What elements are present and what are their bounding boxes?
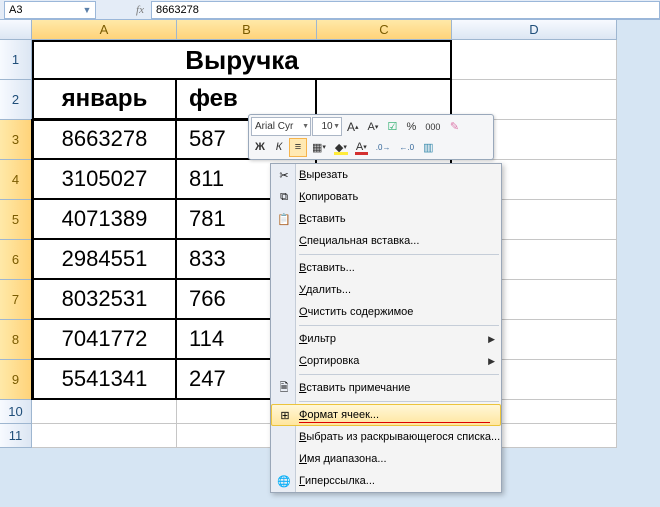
format-icon: ⊞ [276,406,294,424]
row-header-1[interactable]: 1 [0,40,32,80]
menu-item-dropdown-list[interactable]: Выбрать из раскрывающегося списка... [271,426,501,448]
shrink-font-button[interactable]: A▾ [364,117,383,136]
paste-icon: 📋 [275,210,293,228]
submenu-arrow-icon: ▶ [488,356,495,367]
menu-item-hyperlink[interactable]: 🌐Гиперссылка... [271,470,501,492]
menu-item-paste-special[interactable]: Специальная вставка... [271,230,501,252]
cell[interactable]: 4071389 [32,200,177,240]
column-header-a[interactable]: A [32,20,177,40]
select-all-corner[interactable] [0,20,32,40]
menu-item-named-range[interactable]: Имя диапазона... [271,448,501,470]
row-header-5[interactable]: 5 [0,200,32,240]
font-size-select[interactable]: 10▼ [312,117,342,136]
cell[interactable] [452,40,617,80]
menu-item-delete[interactable]: Удалить... [271,279,501,301]
mini-toolbar: Arial Cyr▼ 10▼ A▴ A▾ ☑ % 000 ✎ Ж К ≡ ▦▾ … [248,114,494,160]
cell[interactable]: январь [32,80,177,120]
cell[interactable] [32,424,177,448]
row-header-6[interactable]: 6 [0,240,32,280]
scissors-icon: ✂ [275,166,293,184]
menu-item-cut[interactable]: ✂Вырезать [271,164,501,186]
formula-bar-buttons: fx [131,1,149,19]
row-header-8[interactable]: 8 [0,320,32,360]
grow-font-button[interactable]: A▴ [343,117,363,136]
increase-decimal-button[interactable]: .0→ [372,138,395,157]
borders-button[interactable]: ▦▾ [308,138,330,157]
cell[interactable]: 8032531 [32,280,177,320]
column-headers: ABCD [32,20,660,40]
cell[interactable]: Выручка [32,40,452,80]
submenu-arrow-icon: ▶ [488,334,495,345]
formula-bar: A3 ▼ fx 8663278 [0,0,660,20]
globe-icon: 🌐 [275,472,293,490]
copy-icon: ⧉ [275,188,293,206]
menu-item-paste[interactable]: 📋Вставить [271,208,501,230]
row-header-4[interactable]: 4 [0,160,32,200]
row-header-7[interactable]: 7 [0,280,32,320]
comma-button[interactable]: 000 [421,117,444,136]
chevron-down-icon[interactable]: ▼ [79,2,95,18]
name-box[interactable]: A3 ▼ [4,1,96,19]
row-header-3[interactable]: 3 [0,120,32,160]
menu-item-format-cells[interactable]: ⊞Формат ячеек... [271,404,501,426]
accounting-format-button[interactable]: ☑ [383,117,401,136]
comment-icon: 🗎 [275,379,293,397]
decrease-decimal-button[interactable]: ←.0 [395,138,418,157]
cell[interactable] [32,400,177,424]
align-center-button[interactable]: ≡ [289,138,307,157]
column-header-c[interactable]: C [317,20,452,40]
menu-item-insert[interactable]: Вставить... [271,257,501,279]
menu-item-comment[interactable]: 🗎Вставить примечание [271,377,501,399]
row-header-10[interactable]: 10 [0,400,32,424]
menu-item-clear[interactable]: Очистить содержимое [271,301,501,323]
format-painter-button[interactable]: ✎ [445,117,463,136]
context-menu: ✂Вырезать⧉Копировать📋ВставитьСпециальная… [270,163,502,493]
cell[interactable]: 3105027 [32,160,177,200]
row-header-9[interactable]: 9 [0,360,32,400]
italic-button[interactable]: К [270,138,288,157]
font-name-select[interactable]: Arial Cyr▼ [251,117,311,136]
menu-item-filter[interactable]: Фильтр▶ [271,328,501,350]
chevron-down-icon: ▼ [333,123,340,130]
cell[interactable]: 2984551 [32,240,177,280]
chevron-down-icon: ▼ [302,123,309,130]
menu-item-sort[interactable]: Сортировка▶ [271,350,501,372]
cell[interactable]: 5541341 [32,360,177,400]
fill-color-button[interactable]: ◆▾ [331,138,351,157]
merge-button[interactable]: ▥ [419,138,437,157]
font-color-button[interactable]: A▾ [352,138,371,157]
cell[interactable]: 7041772 [32,320,177,360]
percent-button[interactable]: % [402,117,420,136]
column-header-d[interactable]: D [452,20,617,40]
fx-button[interactable]: fx [131,1,149,19]
row-header-2[interactable]: 2 [0,80,32,120]
cell[interactable]: 8663278 [32,120,177,160]
row-headers: 1234567891011 [0,40,32,448]
formula-value: 8663278 [156,4,199,16]
bold-button[interactable]: Ж [251,138,269,157]
column-header-b[interactable]: B [177,20,317,40]
name-box-value: A3 [9,4,22,16]
formula-input[interactable]: 8663278 [151,1,660,19]
row-header-11[interactable]: 11 [0,424,32,448]
menu-item-copy[interactable]: ⧉Копировать [271,186,501,208]
